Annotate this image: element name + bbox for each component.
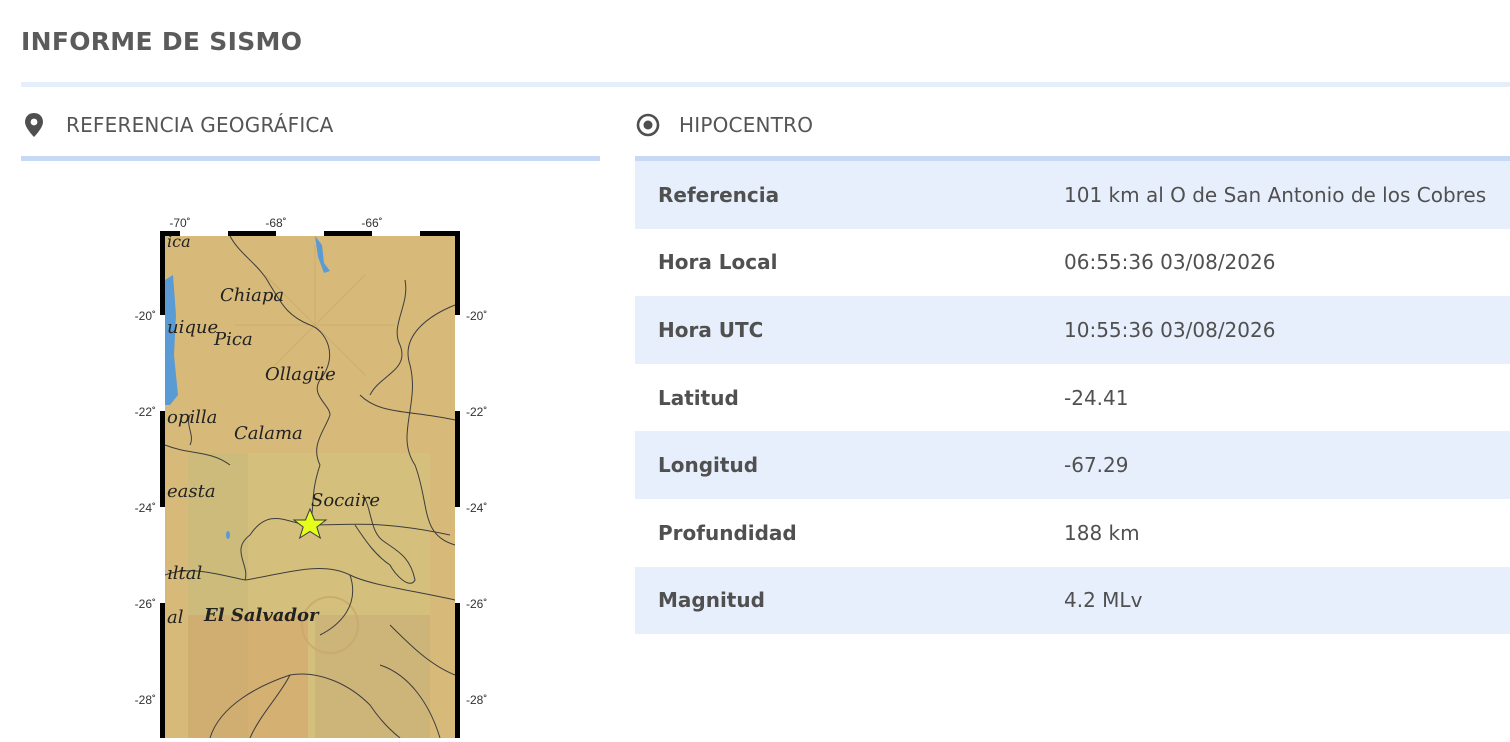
place-label: Chiapa bbox=[220, 285, 284, 306]
row-label: Hora UTC bbox=[658, 317, 764, 342]
table-row: Referencia 101 km al O de San Antonio de… bbox=[635, 161, 1510, 229]
place-label: al bbox=[167, 607, 184, 628]
epicenter-map: -70˚ -68˚ -66˚ -20˚ -22˚ -24˚ -26˚ -28˚ … bbox=[110, 205, 510, 739]
lat-tick-label: -22˚ bbox=[466, 405, 487, 419]
table-row: Hora UTC 10:55:36 03/08/2026 bbox=[635, 296, 1510, 364]
top-tick-label: -66˚ bbox=[361, 216, 382, 230]
geo-reference-header: REFERENCIA GEOGRÁFICA bbox=[21, 110, 600, 140]
row-label: Referencia bbox=[658, 182, 780, 207]
top-tick-label: -70˚ bbox=[169, 216, 190, 230]
table-row: Profundidad 188 km bbox=[635, 498, 1510, 567]
row-label: Profundidad bbox=[658, 520, 797, 545]
row-value: 06:55:36 03/08/2026 bbox=[1064, 250, 1276, 275]
place-label: Calama bbox=[234, 423, 303, 444]
geo-divider bbox=[21, 156, 600, 161]
row-label: Hora Local bbox=[658, 250, 778, 275]
table-row: Latitud -24.41 bbox=[635, 363, 1510, 432]
top-tick-label: -68˚ bbox=[265, 216, 286, 230]
hypocenter-table: Referencia 101 km al O de San Antonio de… bbox=[635, 161, 1510, 635]
place-label: easta bbox=[167, 481, 216, 502]
row-value: 10:55:36 03/08/2026 bbox=[1064, 317, 1276, 342]
row-value: 4.2 MLv bbox=[1064, 588, 1143, 613]
lat-tick-label: -20˚ bbox=[466, 309, 487, 323]
lat-tick-label: -26˚ bbox=[135, 597, 156, 611]
row-label: Latitud bbox=[658, 385, 739, 410]
row-label: Longitud bbox=[658, 453, 759, 478]
place-label: uique bbox=[167, 317, 218, 338]
place-label: El Salvador bbox=[203, 605, 320, 626]
place-label: ica bbox=[167, 232, 191, 251]
lat-tick-label: -20˚ bbox=[135, 309, 156, 323]
place-label: Socaire bbox=[311, 490, 380, 511]
row-value: 101 km al O de San Antonio de los Cobres bbox=[1064, 182, 1487, 207]
row-value: -24.41 bbox=[1064, 385, 1129, 410]
hypocenter-title: HIPOCENTRO bbox=[679, 113, 814, 137]
target-icon bbox=[635, 112, 661, 138]
place-label: ıltal bbox=[167, 563, 202, 584]
page-title: INFORME DE SISMO bbox=[21, 27, 303, 56]
title-divider bbox=[21, 82, 1510, 87]
lat-tick-label: -24˚ bbox=[466, 501, 487, 515]
lat-tick-label: -26˚ bbox=[466, 597, 487, 611]
lat-tick-label: -28˚ bbox=[466, 693, 487, 707]
lat-tick-label: -28˚ bbox=[135, 693, 156, 707]
place-label: Pica bbox=[213, 329, 253, 350]
hypocenter-header: HIPOCENTRO bbox=[635, 110, 1510, 140]
place-label: Ollagüe bbox=[265, 364, 336, 385]
geo-reference-title: REFERENCIA GEOGRÁFICA bbox=[66, 113, 334, 137]
table-row: Magnitud 4.2 MLv bbox=[635, 566, 1510, 635]
row-label: Magnitud bbox=[658, 588, 765, 613]
table-row: Hora Local 06:55:36 03/08/2026 bbox=[635, 228, 1510, 297]
map-pin-icon bbox=[23, 112, 49, 138]
row-value: 188 km bbox=[1064, 520, 1140, 545]
table-row: Longitud -67.29 bbox=[635, 431, 1510, 499]
place-label: opilla bbox=[167, 407, 217, 428]
row-value: -67.29 bbox=[1064, 453, 1129, 478]
lat-tick-label: -22˚ bbox=[135, 405, 156, 419]
lat-tick-label: -24˚ bbox=[135, 501, 156, 515]
